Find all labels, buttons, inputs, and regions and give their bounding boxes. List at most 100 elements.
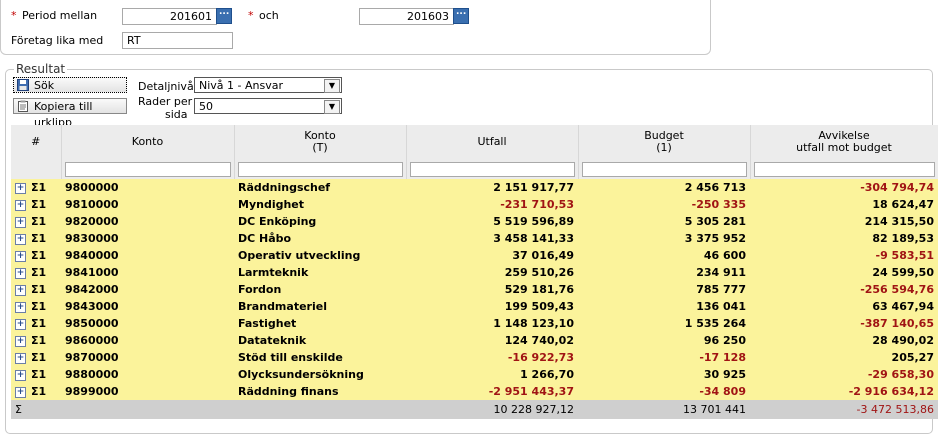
row-account-name: Olycksundersökning	[234, 366, 406, 383]
row-expand-cell: + Σ1	[11, 247, 61, 264]
row-sigma: Σ1	[31, 300, 47, 313]
column-header-outcome[interactable]: Utfall	[406, 125, 579, 159]
filter-cell-budget	[578, 159, 751, 179]
table-row[interactable]: + Σ1 9880000 Olycksundersökning 1 266,70 30 9…	[11, 366, 938, 383]
row-deviation: 214 315,50	[750, 213, 938, 230]
column-header-deviation[interactable]: Avvikelse utfall mot budget	[750, 125, 938, 159]
sum-outcome: 10 228 927,12	[406, 400, 578, 419]
row-account-name: DC Enköping	[234, 213, 406, 230]
company-label: Företag lika med	[11, 34, 104, 47]
row-expand-cell: + Σ1	[11, 349, 61, 366]
row-account: 9841000	[61, 264, 234, 281]
search-button[interactable]: Sök	[13, 77, 127, 93]
row-sigma: Σ1	[31, 283, 47, 296]
row-outcome: 1 266,70	[406, 366, 578, 383]
period-from-picker-button[interactable]	[216, 7, 232, 24]
row-outcome: 3 458 141,33	[406, 230, 578, 247]
expand-plus-icon[interactable]: +	[15, 182, 26, 194]
table-header-row: # Konto Konto (T) Utfall Budget (1) Avvike…	[11, 125, 938, 159]
search-button-label: Sök	[34, 79, 55, 92]
row-expand-cell: + Σ1	[11, 366, 61, 383]
expand-plus-icon[interactable]: +	[15, 216, 26, 228]
expand-plus-icon[interactable]: +	[15, 267, 26, 279]
table-row[interactable]: + Σ1 9830000 DC Håbo 3 458 141,33 3 375 952 82…	[11, 230, 938, 247]
row-account: 9830000	[61, 230, 234, 247]
expand-plus-icon[interactable]: +	[15, 301, 26, 313]
row-deviation: 63 467,94	[750, 298, 938, 315]
table-row[interactable]: + Σ1 9820000 DC Enköping 5 519 596,89 5 305 2…	[11, 213, 938, 230]
table-row[interactable]: + Σ1 9850000 Fastighet 1 148 123,10 1 535 264…	[11, 315, 938, 332]
row-deviation: -29 658,30	[750, 366, 938, 383]
company-input[interactable]: RT	[122, 32, 233, 49]
row-expand-cell: + Σ1	[11, 179, 61, 196]
detail-level-select[interactable]: Nivå 1 - Ansvar ▼	[194, 77, 342, 93]
account-filter-input[interactable]	[64, 161, 231, 177]
column-header-account[interactable]: Konto	[61, 125, 235, 159]
expand-plus-icon[interactable]: +	[15, 199, 26, 211]
row-account: 9899000	[61, 383, 234, 400]
period-to-picker-button[interactable]	[453, 7, 469, 24]
detail-level-label: Detaljnivå	[138, 80, 194, 93]
table-row[interactable]: + Σ1 9840000 Operativ utveckling 37 016,49 46…	[11, 247, 938, 264]
results-table: # Konto Konto (T) Utfall Budget (1) Avvike…	[11, 125, 938, 419]
rows-per-page-value: 50	[199, 100, 213, 113]
expand-plus-icon[interactable]: +	[15, 386, 26, 398]
expand-plus-icon[interactable]: +	[15, 250, 26, 262]
results-legend: Resultat	[16, 62, 66, 76]
filter-cell-account-text	[234, 159, 407, 179]
row-account-name: Operativ utveckling	[234, 247, 406, 264]
expand-plus-icon[interactable]: +	[15, 352, 26, 364]
row-budget: 96 250	[578, 332, 750, 349]
row-budget: 46 600	[578, 247, 750, 264]
row-sigma: Σ1	[31, 215, 47, 228]
chevron-down-icon: ▼	[324, 100, 340, 114]
expand-plus-icon[interactable]: +	[15, 284, 26, 296]
row-budget: -34 809	[578, 383, 750, 400]
row-deviation: -2 916 634,12	[750, 383, 938, 400]
column-header-account-text[interactable]: Konto (T)	[234, 125, 407, 159]
row-deviation: 82 189,53	[750, 230, 938, 247]
expand-plus-icon[interactable]: +	[15, 233, 26, 245]
budget-filter-input[interactable]	[581, 161, 747, 177]
required-marker: *	[248, 9, 254, 22]
table-row[interactable]: + Σ1 9870000 Stöd till enskilde -16 922,73 -1…	[11, 349, 938, 366]
clipboard-icon	[18, 100, 28, 112]
period-to-input[interactable]: 201603	[359, 8, 454, 25]
account-text-filter-input[interactable]	[237, 161, 403, 177]
expand-plus-icon[interactable]: +	[15, 335, 26, 347]
column-header-budget[interactable]: Budget (1)	[578, 125, 751, 159]
row-expand-cell: + Σ1	[11, 315, 61, 332]
row-account-name: DC Håbo	[234, 230, 406, 247]
sum-deviation: -3 472 513,86	[750, 400, 938, 419]
expand-plus-icon[interactable]: +	[15, 369, 26, 381]
filter-cell-deviation	[750, 159, 938, 179]
rows-per-page-select[interactable]: 50 ▼	[194, 98, 342, 114]
row-budget: -250 335	[578, 196, 750, 213]
row-expand-cell: + Σ1	[11, 196, 61, 213]
outcome-filter-input[interactable]	[409, 161, 575, 177]
detail-level-value: Nivå 1 - Ansvar	[199, 79, 283, 92]
table-row[interactable]: + Σ1 9810000 Myndighet -231 710,53 -250 335 18…	[11, 196, 938, 213]
deviation-filter-input[interactable]	[753, 161, 935, 177]
table-row[interactable]: + Σ1 9800000 Räddningschef 2 151 917,77 2 456…	[11, 179, 938, 196]
row-account-name: Datateknik	[234, 332, 406, 349]
row-account-name: Räddningschef	[234, 179, 406, 196]
row-expand-cell: + Σ1	[11, 383, 61, 400]
table-row[interactable]: + Σ1 9860000 Datateknik 124 740,02 96 250 28 4…	[11, 332, 938, 349]
row-sigma: Σ1	[31, 266, 47, 279]
row-account-name: Larmteknik	[234, 264, 406, 281]
row-account-name: Myndighet	[234, 196, 406, 213]
table-row[interactable]: + Σ1 9899000 Räddning finans -2 951 443,37 -3…	[11, 383, 938, 400]
table-row[interactable]: + Σ1 9841000 Larmteknik 259 510,26 234 911 24 …	[11, 264, 938, 281]
period-from-input[interactable]: 201601	[122, 8, 217, 25]
copy-to-clipboard-button[interactable]: Kopiera till urklipp	[13, 98, 127, 129]
row-outcome: 259 510,26	[406, 264, 578, 281]
row-expand-cell: + Σ1	[11, 281, 61, 298]
table-row[interactable]: + Σ1 9842000 Fordon 529 181,76 785 777 -256 59…	[11, 281, 938, 298]
table-row[interactable]: + Σ1 9843000 Brandmateriel 199 509,43 136 041…	[11, 298, 938, 315]
expand-plus-icon[interactable]: +	[15, 318, 26, 330]
row-expand-cell: + Σ1	[11, 298, 61, 315]
row-sigma: Σ1	[31, 232, 47, 245]
row-budget: 136 041	[578, 298, 750, 315]
column-header-number[interactable]: #	[11, 125, 62, 159]
